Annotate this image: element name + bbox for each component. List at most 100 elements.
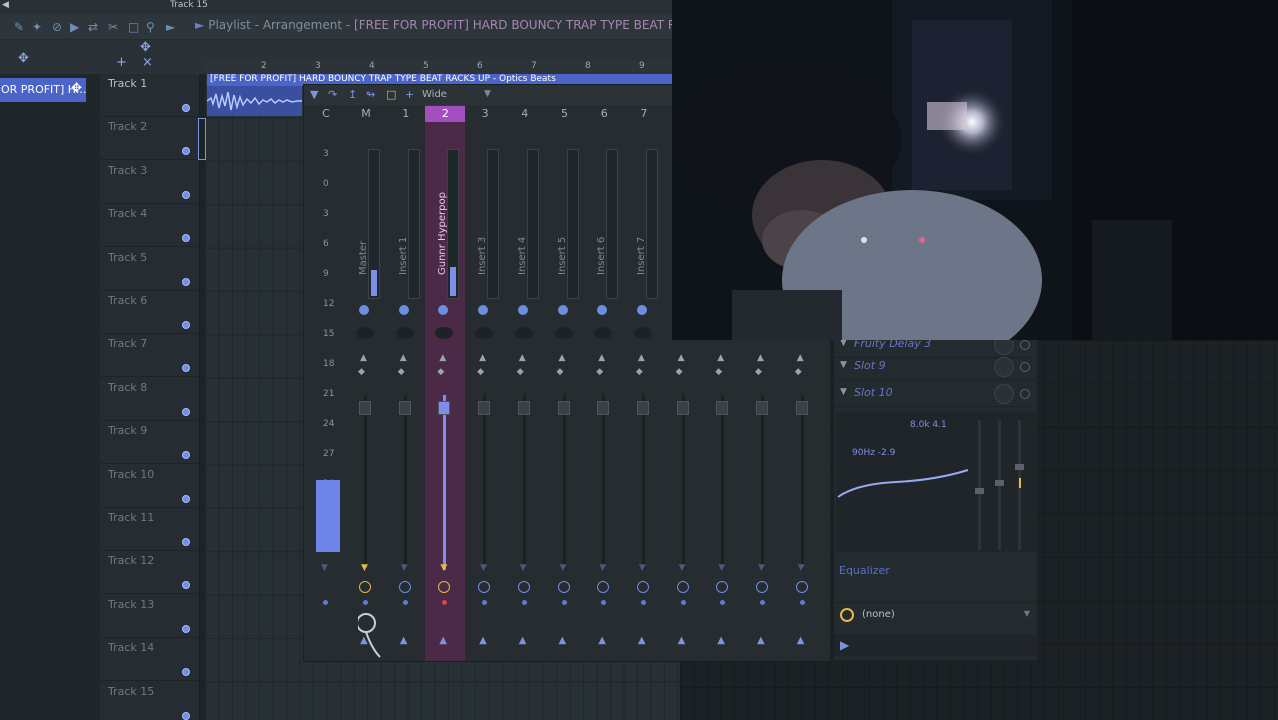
strip-swap-icon[interactable]: ▲	[439, 353, 446, 363]
strip-pan-knob[interactable]	[636, 305, 647, 315]
strip-lamp-icon[interactable]: ▼	[718, 563, 725, 573]
track-enable-dot[interactable]	[182, 538, 190, 546]
strip-stereo-knob[interactable]	[594, 327, 613, 339]
strip-fader-track[interactable]	[522, 395, 526, 570]
strip-phase-icon[interactable]: ◆	[676, 367, 683, 377]
strip-record-icon[interactable]	[478, 581, 491, 593]
mute-tool-icon[interactable]: ▶	[70, 20, 79, 34]
strip-volume-fader[interactable]	[557, 401, 570, 415]
strip-route-dot[interactable]	[799, 600, 805, 605]
strip-fader-track[interactable]	[602, 395, 606, 570]
strip-lamp-icon[interactable]: ▼	[440, 563, 447, 573]
slip-tool-icon[interactable]: ⇄	[88, 20, 98, 34]
strip-lamp-icon[interactable]: ▼	[480, 563, 487, 573]
strip-fader-track[interactable]	[403, 395, 407, 570]
track-header[interactable]: Track 2	[100, 117, 200, 161]
strip-record-icon[interactable]	[716, 581, 729, 593]
strip-route-dot[interactable]	[760, 600, 765, 605]
equalizer-display[interactable]: 8.0k 4.1 90Hz -2.9	[836, 412, 1036, 552]
strip-pan-knob[interactable]	[438, 305, 449, 315]
strip-fader-track[interactable]	[641, 395, 645, 570]
add-track-icon[interactable]: +	[116, 55, 127, 70]
strip-record-icon[interactable]	[557, 581, 570, 593]
strip-record-icon[interactable]	[438, 581, 451, 593]
track-header[interactable]: Track 13	[100, 595, 200, 638]
mixer-menu-icon[interactable]: ▼	[310, 88, 318, 101]
delete-tool-icon[interactable]: ⊘	[52, 20, 62, 34]
strip-number[interactable]: 2	[425, 106, 466, 122]
strip-stereo-knob[interactable]	[356, 327, 374, 339]
mixer-up-icon[interactable]: ↥	[348, 88, 357, 101]
track-header[interactable]: Track 11	[100, 508, 200, 551]
track-header[interactable]: Track 3	[100, 161, 200, 204]
strip-volume-fader[interactable]	[517, 401, 530, 415]
track-enable-dot[interactable]	[182, 624, 190, 633]
playlist-selection-marker[interactable]	[198, 118, 206, 160]
strip-header-c[interactable]: C	[306, 106, 346, 122]
playback-tool-icon[interactable]: ►	[166, 20, 175, 34]
strip-fader-track[interactable]	[483, 395, 487, 570]
strip-lamp-icon[interactable]: ▼	[560, 563, 567, 573]
strip-record-icon[interactable]	[756, 581, 768, 593]
strip-volume-fader[interactable]	[756, 401, 768, 415]
track-header[interactable]: Track 15	[100, 682, 200, 720]
strip-volume-fader[interactable]	[438, 401, 451, 415]
slot-mix-knob[interactable]	[994, 384, 1014, 404]
strip-swap-icon[interactable]: ▲	[559, 353, 566, 363]
mixer-strip[interactable]: 4 Insert 4 ▲ ◆ ▼ ▲	[505, 105, 545, 661]
strip-lamp-icon[interactable]: ▼	[401, 563, 408, 573]
strip-stereo-knob[interactable]	[514, 327, 533, 339]
strip-phase-icon[interactable]: ◆	[358, 367, 365, 377]
track-enable-dot[interactable]	[182, 277, 190, 286]
strip-route-dot[interactable]	[402, 600, 408, 605]
strip-record-icon[interactable]	[795, 581, 808, 593]
strip-swap-icon[interactable]: ▲	[360, 353, 367, 363]
track-enable-dot[interactable]	[182, 407, 190, 416]
mixer-strip[interactable]: 6 Insert 6 ▲ ◆ ▼ ▲	[584, 105, 624, 661]
slot-expand-icon[interactable]: ▼	[840, 387, 847, 397]
strip-send-arrow-icon[interactable]: ▲	[757, 635, 765, 646]
output-icon[interactable]: ▶	[840, 638, 849, 652]
strip-send-arrow-icon[interactable]: ▲	[519, 635, 527, 646]
strip-volume-fader[interactable]	[398, 401, 411, 415]
slot-expand-icon[interactable]: ▼	[840, 360, 847, 370]
strip-record-icon[interactable]	[636, 581, 649, 593]
strip-send-arrow-icon[interactable]: ▲	[678, 635, 686, 646]
slot-enable-toggle[interactable]	[1020, 340, 1030, 350]
strip-route-dot[interactable]	[482, 600, 488, 605]
strip-phase-icon[interactable]: ◆	[398, 367, 405, 377]
strip-pan-knob[interactable]	[359, 305, 369, 315]
track-enable-dot[interactable]	[182, 494, 190, 503]
mixer-strip[interactable]: 5 Insert 5 ▲ ◆ ▼ ▲	[545, 105, 585, 661]
output-routing[interactable]: (none) ▼	[834, 602, 1038, 628]
strip-phase-icon[interactable]: ◆	[755, 367, 762, 377]
eq-plugin-name[interactable]: Equalizer	[839, 564, 890, 577]
track-header[interactable]: Track 12	[100, 551, 200, 595]
track-enable-dot[interactable]	[182, 190, 190, 199]
strip-lamp-icon[interactable]: ▼	[321, 563, 328, 573]
strip-volume-fader[interactable]	[676, 401, 689, 415]
strip-stereo-knob[interactable]	[554, 327, 573, 339]
mixer-strip[interactable]: M Master ▲ ◆ ▼ ▲	[346, 105, 386, 661]
view-mode-dropdown-icon[interactable]: ▼	[484, 89, 491, 99]
strip-send-arrow-icon[interactable]: ▲	[400, 635, 408, 646]
strip-phase-icon[interactable]: ◆	[517, 367, 524, 377]
strip-number[interactable]: 3	[465, 106, 505, 122]
strip-swap-icon[interactable]: ▲	[678, 353, 685, 363]
track-header[interactable]: Track 1	[100, 74, 200, 117]
strip-record-icon[interactable]	[359, 581, 371, 593]
track-enable-dot[interactable]	[182, 364, 190, 373]
fx-slot-10[interactable]: ▼ Slot 10	[834, 381, 1038, 407]
mixer-strip[interactable]: 3 Insert 3 ▲ ◆ ▼ ▲	[465, 105, 505, 661]
strip-phase-icon[interactable]: ◆	[557, 367, 564, 377]
strip-route-dot[interactable]	[521, 600, 527, 605]
strip-route-dot[interactable]	[720, 600, 726, 605]
strip-fader-track[interactable]	[721, 395, 725, 570]
strip-pan-knob[interactable]	[517, 305, 528, 315]
strip-route-dot[interactable]	[561, 600, 567, 605]
strip-number[interactable]: 4	[505, 106, 545, 122]
strip-record-icon[interactable]	[597, 581, 610, 593]
strip-lamp-icon[interactable]: ▼	[639, 563, 646, 573]
mixer-folder-icon[interactable]: □	[386, 88, 396, 101]
strip-swap-icon[interactable]: ▲	[479, 353, 486, 363]
